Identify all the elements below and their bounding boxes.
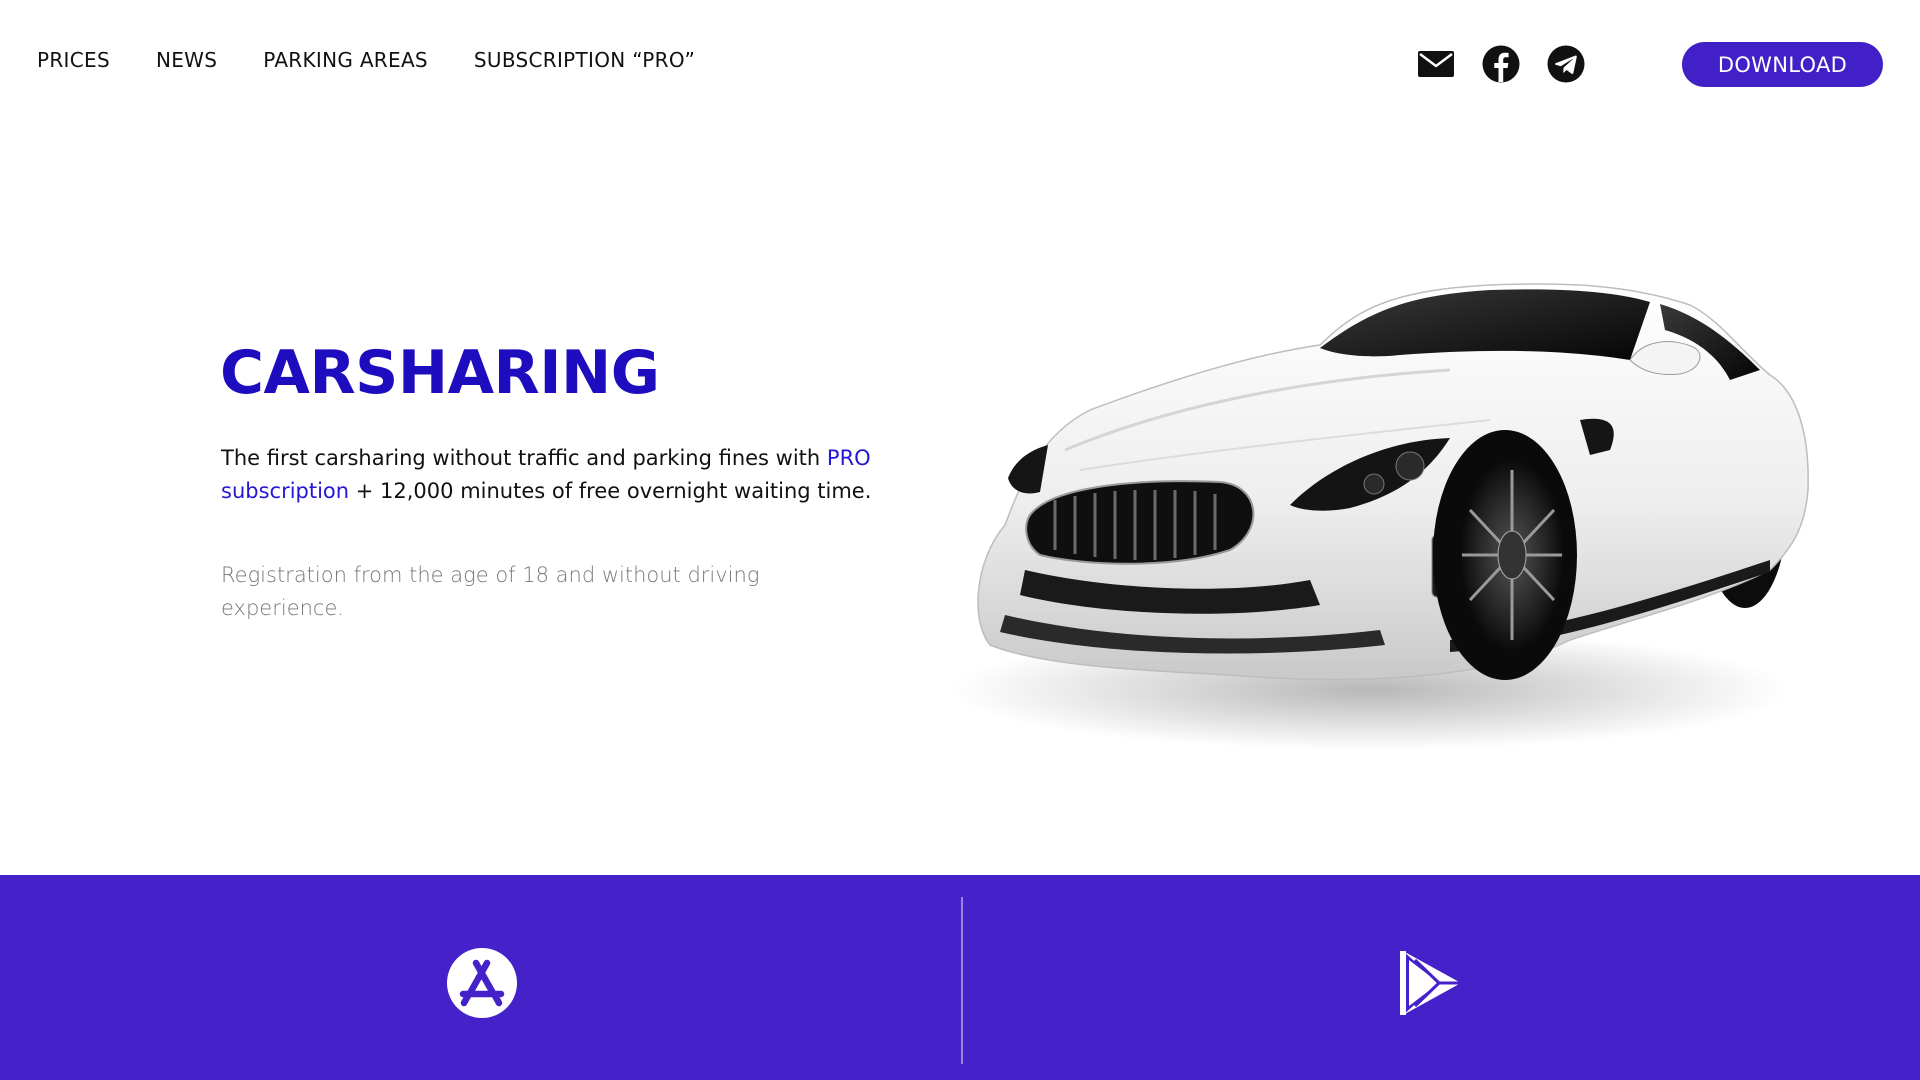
- hero-registration-note: Registration from the age of 18 and with…: [221, 563, 760, 620]
- app-store-icon[interactable]: [446, 947, 518, 1019]
- landing-page: PRICES NEWS PARKING AREAS SUBSCRIPTION “…: [0, 0, 1920, 1080]
- social-links: [1416, 44, 1586, 84]
- mail-icon[interactable]: [1416, 44, 1456, 84]
- download-band: [0, 875, 1920, 1080]
- car-image: [950, 283, 1809, 750]
- main-nav: PRICES NEWS PARKING AREAS SUBSCRIPTION “…: [37, 48, 695, 72]
- hero-text-start: The first carsharing without traffic and…: [221, 446, 827, 470]
- google-play-icon[interactable]: [1396, 947, 1468, 1019]
- hero-description: The first carsharing without traffic and…: [221, 442, 881, 508]
- band-divider: [961, 897, 963, 1064]
- nav-news[interactable]: NEWS: [156, 48, 217, 72]
- hero-title: CARSHARING: [220, 338, 660, 408]
- nav-subscription-pro[interactable]: SUBSCRIPTION “PRO”: [474, 48, 695, 72]
- download-button[interactable]: DOWNLOAD: [1682, 42, 1883, 87]
- telegram-icon[interactable]: [1546, 44, 1586, 84]
- facebook-icon[interactable]: [1481, 44, 1521, 84]
- nav-prices[interactable]: PRICES: [37, 48, 110, 72]
- nav-parking-areas[interactable]: PARKING AREAS: [263, 48, 428, 72]
- hero-text-end: + 12,000 minutes of free overnight waiti…: [349, 479, 872, 503]
